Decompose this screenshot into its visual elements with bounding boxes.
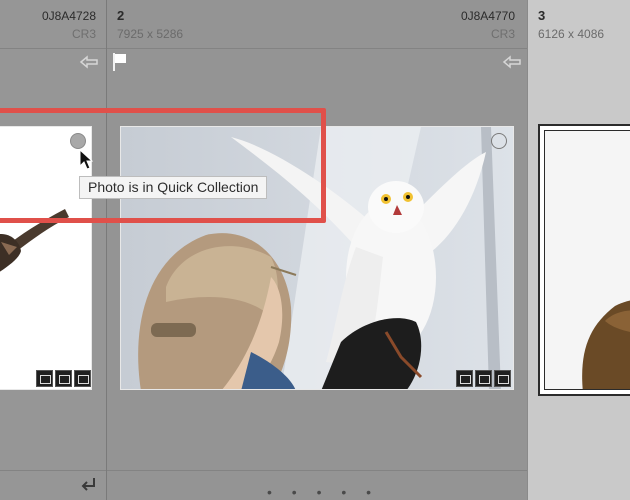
cell-footer-divider: [0, 470, 106, 471]
cell-index: 2: [117, 8, 125, 23]
flag-icon[interactable]: [112, 52, 128, 72]
file-ext-label: CR3: [71, 27, 96, 41]
metadata-badges: [36, 370, 91, 388]
develop-badge-icon: [494, 370, 511, 387]
grid-cell-1[interactable]: 0J8A4728 CR3: [0, 0, 106, 500]
thumbnail-3-image: [545, 131, 630, 389]
collection-badge-icon: [456, 370, 473, 387]
grid-cell-2[interactable]: 2 7925 x 5286 0J8A4770 CR3: [107, 0, 527, 500]
develop-badge-icon: [74, 370, 91, 387]
image-dimensions: 6126 x 4086: [538, 27, 605, 41]
cell-header-divider: [107, 48, 527, 49]
cell-footer-divider: [107, 470, 527, 471]
metadata-badges: [456, 370, 511, 388]
rotate-icon[interactable]: [78, 55, 100, 69]
cell-index: 3: [538, 8, 546, 23]
cell-header-divider: [0, 48, 106, 49]
filename-label: 0J8A4770: [460, 9, 515, 23]
quick-collection-tooltip: Photo is in Quick Collection: [79, 176, 268, 199]
highlight-callout-box: [0, 108, 326, 223]
collection-badge-icon: [36, 370, 53, 387]
crop-badge-icon: [55, 370, 72, 387]
filename-label: 0J8A4728: [41, 9, 96, 23]
return-icon[interactable]: [78, 476, 98, 494]
mouse-cursor-icon: [79, 149, 93, 170]
file-ext-label: CR3: [490, 27, 515, 41]
quick-collection-circle[interactable]: [491, 133, 507, 149]
pagination-dots: • • • • •: [267, 484, 380, 500]
image-dimensions: 7925 x 5286: [117, 27, 184, 41]
thumbnail-3[interactable]: [538, 124, 630, 396]
rotate-icon[interactable]: [501, 55, 523, 69]
crop-badge-icon: [475, 370, 492, 387]
